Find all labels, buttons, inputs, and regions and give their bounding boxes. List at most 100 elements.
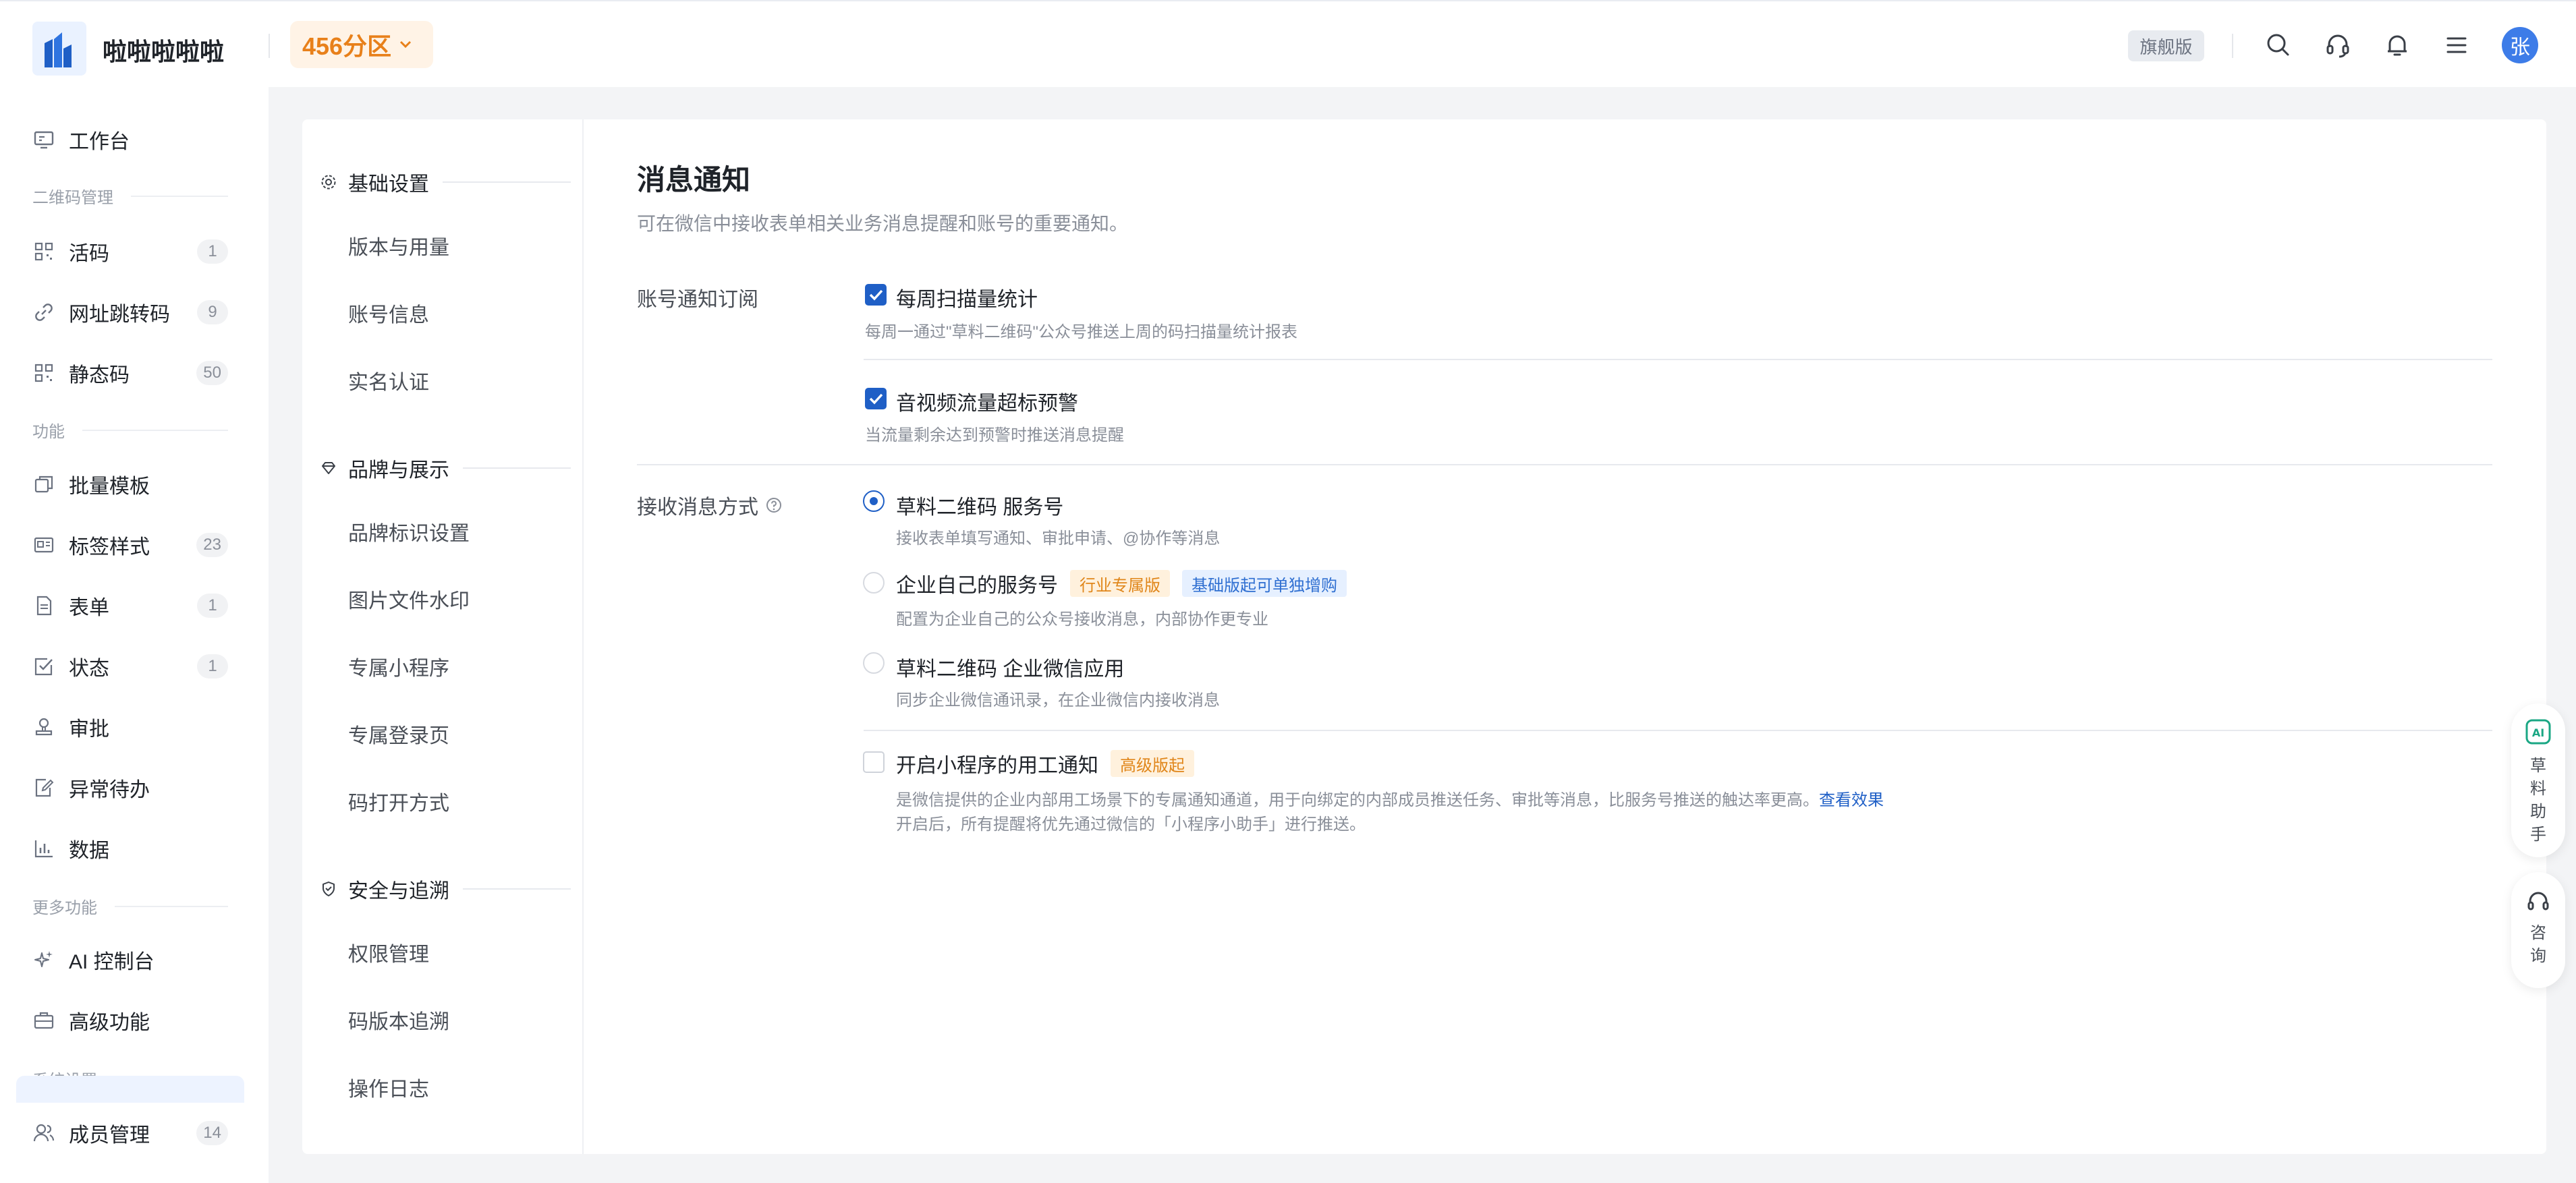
subnav-item-version-trace[interactable]: 码版本追溯 bbox=[348, 1005, 449, 1035]
check-icon bbox=[869, 393, 883, 405]
edit-document-icon bbox=[35, 778, 54, 797]
sidebar-item-form[interactable]: 表单 1 bbox=[32, 585, 228, 626]
user-avatar[interactable]: 张 bbox=[2502, 27, 2538, 63]
sidebar-item-live-code[interactable]: 活码 1 bbox=[32, 231, 228, 272]
subnav-item-open-mode[interactable]: 码打开方式 bbox=[348, 786, 449, 816]
subnav-section-security: 安全与追溯 bbox=[320, 874, 571, 904]
weekly-scan-title: 每周扫描量统计 bbox=[896, 289, 1038, 311]
subnav-item-watermark[interactable]: 图片文件水印 bbox=[348, 584, 470, 614]
tag-card-icon bbox=[34, 537, 54, 553]
sidebar-item-ai-console[interactable]: AI 控制台 bbox=[32, 940, 228, 980]
count-badge: 1 bbox=[197, 654, 228, 679]
search-icon[interactable] bbox=[2263, 30, 2294, 61]
check-icon bbox=[869, 289, 883, 301]
subnav-item-permissions[interactable]: 权限管理 bbox=[348, 937, 429, 967]
weekly-scan-checkbox[interactable] bbox=[865, 284, 887, 306]
sidebar-item-advanced[interactable]: 高级功能 bbox=[32, 1000, 228, 1041]
wecom-app-title: 草料二维码 企业微信应用 bbox=[896, 658, 1125, 681]
edition-badge[interactable]: 旗舰版 bbox=[2128, 30, 2204, 61]
radio-own-service[interactable] bbox=[863, 572, 885, 594]
bell-icon[interactable] bbox=[2382, 30, 2413, 61]
section-label: 更多功能 bbox=[32, 899, 97, 917]
link-icon bbox=[35, 304, 53, 321]
divider bbox=[864, 359, 2492, 360]
sidebar-item-label: 高级功能 bbox=[69, 1012, 150, 1034]
radio-wecom-app[interactable] bbox=[863, 652, 885, 674]
page-title: 消息通知 bbox=[637, 164, 751, 196]
sidebar-item-data[interactable]: 数据 bbox=[32, 828, 228, 869]
headset-icon[interactable] bbox=[2322, 30, 2353, 61]
ai-icon: AI bbox=[2525, 719, 2551, 745]
app-logo-icon[interactable] bbox=[32, 22, 86, 76]
copy-icon bbox=[34, 475, 53, 493]
top-header: 啦啦啦啦啦 456分区 旗舰版 张 bbox=[0, 0, 2576, 87]
sidebar-item-label-style[interactable]: 标签样式 23 bbox=[32, 525, 228, 565]
subnav-section-title: 品牌与展示 bbox=[348, 459, 449, 482]
subnav-item-version-usage[interactable]: 版本与用量 bbox=[348, 231, 449, 260]
radio-caoliao-service[interactable] bbox=[863, 490, 885, 512]
own-service-title-text: 企业自己的服务号 bbox=[896, 575, 1058, 597]
caoliao-service-desc: 接收表单填写通知、审批申请、@协作等消息 bbox=[896, 529, 1221, 548]
sidebar-item-static-code[interactable]: 静态码 50 bbox=[32, 353, 228, 393]
industry-edition-tag: 行业专属版 bbox=[1070, 570, 1170, 597]
app-title: 啦啦啦啦啦 bbox=[103, 38, 225, 65]
sidebar-section-features: 功能 bbox=[32, 418, 228, 442]
own-service-desc: 配置为企业自己的公众号接收消息，内部协作更专业 bbox=[896, 610, 1268, 629]
partition-switcher[interactable]: 456分区 bbox=[290, 21, 433, 68]
mini-program-title: 开启小程序的用工通知 高级版起 bbox=[896, 749, 1194, 778]
ai-assistant-button[interactable]: AI 草料助手 bbox=[2511, 703, 2565, 857]
sidebar-item-label: 批量模板 bbox=[69, 475, 150, 498]
shield-icon bbox=[323, 882, 335, 896]
sidebar-item-active[interactable] bbox=[16, 1076, 244, 1103]
sidebar-item-label: 活码 bbox=[69, 243, 109, 265]
sidebar-item-approval[interactable]: 审批 bbox=[32, 707, 228, 747]
diamond-icon bbox=[322, 462, 335, 474]
page-description: 可在微信中接收表单相关业务消息提醒和账号的重要通知。 bbox=[637, 213, 1129, 234]
header-divider bbox=[269, 34, 270, 58]
help-icon[interactable] bbox=[765, 496, 783, 514]
subnav-item-mini-program[interactable]: 专属小程序 bbox=[348, 652, 449, 681]
partition-label: 456分区 bbox=[302, 32, 392, 60]
sidebar-item-batch-template[interactable]: 批量模板 bbox=[32, 464, 228, 504]
view-effect-link[interactable]: 查看效果 bbox=[1819, 791, 1884, 809]
divider bbox=[864, 730, 2492, 731]
subnav-item-brand-logo[interactable]: 品牌标识设置 bbox=[348, 517, 470, 546]
sidebar-item-label: 成员管理 bbox=[69, 1124, 150, 1147]
subnav-item-real-name[interactable]: 实名认证 bbox=[348, 366, 429, 395]
monitor-icon bbox=[34, 131, 54, 149]
sidebar-item-exception-todo[interactable]: 异常待办 bbox=[32, 768, 228, 808]
consult-button[interactable]: 咨询 bbox=[2511, 872, 2565, 988]
check-square-icon bbox=[34, 658, 53, 676]
chevron-down-icon bbox=[399, 40, 412, 49]
briefcase-icon bbox=[34, 1012, 54, 1029]
document-icon bbox=[36, 596, 52, 616]
users-icon bbox=[33, 1124, 55, 1142]
consult-label: 咨询 bbox=[2530, 924, 2546, 965]
sidebar-item-label: 工作台 bbox=[69, 131, 130, 153]
sidebar-item-label: 标签样式 bbox=[69, 536, 150, 558]
sidebar-item-workbench[interactable]: 工作台 bbox=[32, 119, 228, 160]
mini-program-checkbox[interactable] bbox=[863, 751, 885, 773]
sidebar-item-label: 异常待办 bbox=[69, 779, 150, 801]
subnav-item-account-info[interactable]: 账号信息 bbox=[348, 298, 429, 328]
header-divider-right bbox=[2232, 34, 2233, 58]
subnav-divider bbox=[582, 119, 584, 1154]
row-label-text: 接收消息方式 bbox=[637, 496, 758, 519]
weekly-scan-desc: 每周一通过"草料二维码"公众号推送上周的码扫描量统计报表 bbox=[865, 323, 1298, 341]
subnav-section-brand: 品牌与展示 bbox=[320, 453, 571, 483]
sidebar-item-label: 静态码 bbox=[69, 364, 130, 386]
qr-code-icon bbox=[34, 364, 53, 382]
count-badge: 9 bbox=[197, 300, 228, 324]
sidebar-item-url-redirect[interactable]: 网址跳转码 9 bbox=[32, 292, 228, 333]
advanced-edition-tag: 高级版起 bbox=[1111, 750, 1194, 777]
sidebar-item-status[interactable]: 状态 1 bbox=[32, 646, 228, 687]
bar-chart-icon bbox=[34, 840, 53, 858]
sidebar-item-members[interactable]: 成员管理 14 bbox=[32, 1113, 228, 1153]
av-traffic-checkbox[interactable] bbox=[865, 388, 887, 409]
ai-assistant-label: 草料助手 bbox=[2530, 757, 2546, 844]
subnav-item-operation-log[interactable]: 操作日志 bbox=[348, 1072, 429, 1102]
gear-icon bbox=[321, 175, 336, 190]
headset-icon bbox=[2527, 892, 2549, 911]
menu-icon[interactable] bbox=[2441, 30, 2472, 61]
subnav-item-login-page[interactable]: 专属登录页 bbox=[348, 719, 449, 749]
